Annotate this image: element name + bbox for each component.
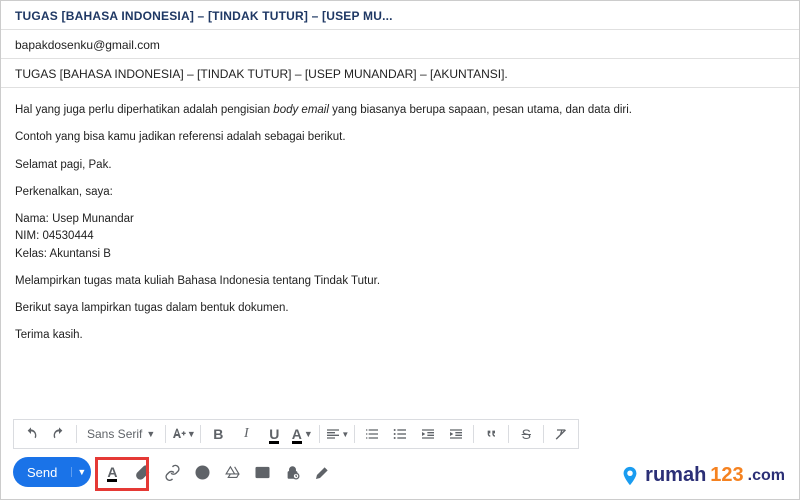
- toolbar-separator: [165, 425, 166, 443]
- insert-drive-icon[interactable]: [223, 463, 241, 481]
- toolbar-separator: [473, 425, 474, 443]
- body-paragraph: Selamat pagi, Pak.: [15, 157, 785, 174]
- watermark-brand: rumah: [645, 464, 706, 487]
- watermark-logo: rumah123 .com: [619, 464, 785, 487]
- compose-header: TUGAS [BAHASA INDONESIA] – [TINDAK TUTUR…: [1, 1, 799, 30]
- watermark-number: 123: [710, 464, 743, 487]
- body-line: Nama: Usep Munandar: [15, 211, 785, 228]
- text-formatting-icon[interactable]: A: [103, 463, 121, 481]
- confidential-mode-icon[interactable]: [283, 463, 301, 481]
- send-label: Send: [13, 465, 71, 480]
- text-color-button[interactable]: A▼: [289, 421, 315, 447]
- remove-formatting-button[interactable]: [548, 421, 574, 447]
- toolbar-separator: [200, 425, 201, 443]
- compose-footer: Send ▼ A: [13, 457, 331, 487]
- body-italic: body email: [273, 104, 329, 116]
- toolbar-separator: [543, 425, 544, 443]
- font-size-button[interactable]: ▼: [170, 421, 196, 447]
- toolbar-separator: [354, 425, 355, 443]
- numbered-list-button[interactable]: [359, 421, 385, 447]
- insert-signature-icon[interactable]: [313, 463, 331, 481]
- insert-photo-icon[interactable]: [253, 463, 271, 481]
- body-paragraph: Melampirkan tugas mata kuliah Bahasa Ind…: [15, 273, 785, 290]
- caret-down-icon: ▼: [304, 429, 313, 439]
- indent-more-button[interactable]: [443, 421, 469, 447]
- body-paragraph: Hal yang juga perlu diperhatikan adalah …: [15, 102, 785, 119]
- body-line: NIM: 04530444: [15, 228, 785, 245]
- text-color-glyph: A: [107, 464, 117, 480]
- bold-button[interactable]: B: [205, 421, 231, 447]
- insert-emoji-icon[interactable]: [193, 463, 211, 481]
- underline-glyph: U: [269, 426, 279, 442]
- quote-button[interactable]: [478, 421, 504, 447]
- recipient-field[interactable]: bapakdosenku@gmail.com: [1, 30, 799, 59]
- compose-title: TUGAS [BAHASA INDONESIA] – [TINDAK TUTUR…: [15, 9, 785, 23]
- font-label: Sans Serif: [87, 427, 142, 441]
- caret-down-icon: ▼: [146, 429, 155, 439]
- body-line: Kelas: Akuntansi B: [15, 246, 785, 263]
- underline-button[interactable]: U: [261, 421, 287, 447]
- formatting-toolbar: Sans Serif▼ ▼ B I U A▼ ▼ S: [13, 419, 579, 449]
- watermark-domain: .com: [748, 467, 785, 485]
- recipient-value: bapakdosenku@gmail.com: [15, 38, 160, 52]
- body-text: yang biasanya berupa sapaan, pesan utama…: [329, 104, 632, 116]
- align-button[interactable]: ▼: [324, 421, 350, 447]
- text-color-glyph: A: [292, 426, 302, 442]
- caret-down-icon: ▼: [341, 430, 349, 439]
- body-paragraph: Perkenalkan, saya:: [15, 184, 785, 201]
- attach-file-icon[interactable]: [133, 463, 151, 481]
- insert-link-icon[interactable]: [163, 463, 181, 481]
- send-options-button[interactable]: ▼: [71, 467, 91, 477]
- send-button[interactable]: Send ▼: [13, 457, 91, 487]
- toolbar-separator: [319, 425, 320, 443]
- body-paragraph: Berikut saya lampirkan tugas dalam bentu…: [15, 300, 785, 317]
- strikethrough-button[interactable]: S: [513, 421, 539, 447]
- subject-value: TUGAS [BAHASA INDONESIA] – [TINDAK TUTUR…: [15, 67, 508, 81]
- bulleted-list-button[interactable]: [387, 421, 413, 447]
- toolbar-separator: [76, 425, 77, 443]
- pin-icon: [619, 465, 641, 487]
- subject-field[interactable]: TUGAS [BAHASA INDONESIA] – [TINDAK TUTUR…: [1, 59, 799, 88]
- italic-button[interactable]: I: [233, 421, 259, 447]
- footer-icon-row: A: [99, 463, 331, 481]
- indent-less-button[interactable]: [415, 421, 441, 447]
- body-paragraph: Contoh yang bisa kamu jadikan referensi …: [15, 129, 785, 146]
- body-text: Hal yang juga perlu diperhatikan adalah …: [15, 104, 273, 116]
- body-paragraph: Terima kasih.: [15, 327, 785, 344]
- undo-button[interactable]: [18, 421, 44, 447]
- font-family-selector[interactable]: Sans Serif ▼: [81, 421, 161, 447]
- email-body[interactable]: Hal yang juga perlu diperhatikan adalah …: [1, 88, 799, 369]
- redo-button[interactable]: [46, 421, 72, 447]
- toolbar-separator: [508, 425, 509, 443]
- caret-down-icon: ▼: [187, 429, 196, 439]
